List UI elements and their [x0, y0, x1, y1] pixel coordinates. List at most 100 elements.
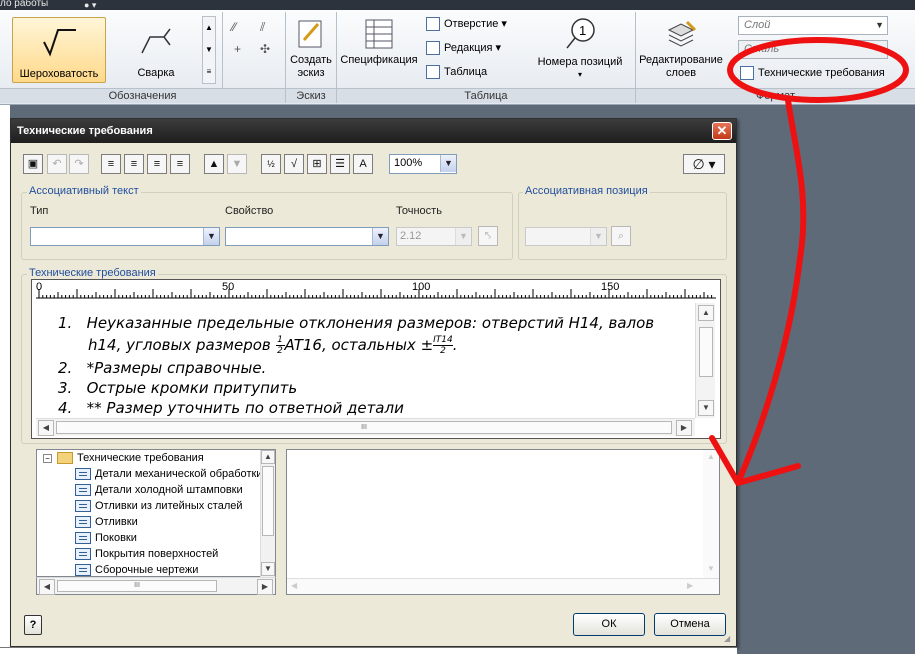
- line-text: Неуказанные предельные отклонения размер…: [86, 314, 655, 332]
- line-number: 4.: [58, 399, 73, 417]
- ruler-mark-0: 0: [36, 281, 43, 293]
- line-number: 3.: [58, 379, 73, 397]
- tree-vscroll[interactable]: ▲ ▼: [260, 450, 275, 577]
- assoc-text-group: [21, 192, 513, 260]
- position-numbers-dropdown-icon: ▾: [577, 70, 582, 79]
- chevron-down-icon: ▼: [440, 155, 456, 172]
- templates-tree[interactable]: − Технические требования Детали механиче…: [36, 449, 276, 577]
- table-button[interactable]: Таблица: [424, 62, 487, 82]
- specification-label: Спецификация: [340, 54, 418, 66]
- chevron-down-icon: ▼: [590, 228, 606, 245]
- insert-field-icon[interactable]: ⊞: [307, 154, 327, 174]
- subscript-icon[interactable]: ▼: [227, 154, 247, 174]
- type-select[interactable]: ▼: [30, 227, 220, 246]
- it-fraction: IT14 2: [433, 335, 453, 356]
- weld-button[interactable]: Сварка: [114, 17, 198, 83]
- red-annotation: [709, 37, 909, 486]
- scroll-right-icon[interactable]: ▶: [687, 581, 693, 590]
- scroll-left-icon[interactable]: ◀: [291, 581, 297, 590]
- line-text: AT16, остальных ±: [284, 336, 434, 354]
- tree-item-label: Детали холодной штамповки: [95, 484, 243, 496]
- weld-icon: [141, 28, 171, 54]
- document-icon: [75, 564, 91, 576]
- align-center-icon[interactable]: ≡: [124, 154, 144, 174]
- collapse-icon[interactable]: −: [43, 454, 52, 463]
- ok-button[interactable]: ОК: [573, 613, 645, 636]
- redo-icon[interactable]: ↷: [69, 154, 89, 174]
- scroll-left-icon[interactable]: ◀: [39, 579, 55, 595]
- annotation-curve: [737, 97, 807, 481]
- property-select[interactable]: ▼: [225, 227, 389, 246]
- cancel-button[interactable]: Отмена: [654, 613, 726, 636]
- create-sketch-label-2: эскиз: [297, 67, 325, 79]
- create-sketch-button[interactable]: Создать эскиз: [288, 14, 334, 84]
- editor-line-2: 2. *Размеры справочные.: [58, 358, 266, 378]
- scroll-left-icon[interactable]: ◀: [38, 420, 54, 436]
- hole-button[interactable]: Отверстие ▾: [424, 14, 507, 34]
- tech-req-title: Технические требования: [27, 267, 158, 279]
- center-mark-icon[interactable]: +: [234, 38, 241, 60]
- zoom-select[interactable]: 100% ▼: [389, 154, 457, 174]
- root-icon[interactable]: √: [284, 154, 304, 174]
- help-button[interactable]: ?: [24, 615, 42, 635]
- tech-requirements-dialog: Технические требования ✕ ▣ ↶ ↷ ≡ ≡ ≡ ≡ ▲…: [10, 118, 737, 647]
- undo-icon[interactable]: ↶: [47, 154, 67, 174]
- chevron-down-icon: ▼: [203, 228, 219, 245]
- center-pattern-icon[interactable]: ✣: [260, 38, 270, 60]
- ruler: 0 50 100 150: [36, 281, 716, 303]
- preview-hscroll[interactable]: ◀ ▶: [287, 578, 719, 594]
- workspace-label[interactable]: ло работы: [0, 0, 48, 9]
- scroll-thumb[interactable]: III: [57, 580, 217, 592]
- user-icon[interactable]: ● ▾: [84, 0, 102, 10]
- gallery-scroll[interactable]: ▲ ▼ ≡: [202, 16, 216, 84]
- list-icon[interactable]: ☰: [330, 154, 350, 174]
- position-select[interactable]: ▼: [525, 227, 607, 246]
- fraction-numerator: 1: [275, 335, 285, 346]
- editor-hscroll[interactable]: ◀ III ▶: [36, 418, 695, 436]
- line-text: .: [452, 336, 458, 354]
- align-left-icon[interactable]: ≡: [101, 154, 121, 174]
- text-style-icon[interactable]: A: [353, 154, 373, 174]
- reset-link-icon[interactable]: ⤣: [478, 226, 498, 246]
- position-numbers-button[interactable]: 1 Номера позиций ▾: [530, 14, 630, 84]
- pick-position-icon[interactable]: ⌕: [611, 226, 631, 246]
- fraction-denominator: 2: [440, 346, 446, 356]
- specification-button[interactable]: Спецификация: [338, 14, 420, 84]
- tech-req-text-editor[interactable]: 1. Неуказанные предельные отклонения раз…: [36, 303, 691, 418]
- template-preview: ▲ ▼ ◀ ▶: [286, 449, 720, 595]
- line-icon[interactable]: ⁄⁄: [232, 16, 236, 38]
- insert-icon[interactable]: ▣: [23, 154, 43, 174]
- folder-icon: [57, 452, 73, 464]
- assoc-text-title: Ассоциативный текст: [27, 185, 141, 197]
- scroll-right-icon[interactable]: ▶: [676, 420, 692, 436]
- precision-value: 2.12: [400, 230, 422, 242]
- precision-select[interactable]: 2.12 ▼: [396, 227, 472, 246]
- scroll-thumb[interactable]: III: [56, 421, 672, 434]
- fraction-icon[interactable]: ½: [261, 154, 281, 174]
- justify-icon[interactable]: ≡: [170, 154, 190, 174]
- line-text: ** Размер уточнить по ответной детали: [86, 399, 404, 417]
- designations-panel-title: Обозначения: [0, 88, 285, 103]
- drawing-sheet-edge: [0, 105, 10, 654]
- revision-button[interactable]: Редакция ▾: [424, 38, 501, 58]
- document-icon: [75, 516, 91, 528]
- sketch-icon: [298, 20, 322, 48]
- fraction-denominator: 2: [277, 346, 283, 356]
- roughness-button[interactable]: Шероховатость: [12, 17, 106, 83]
- scroll-down-icon[interactable]: ▼: [707, 564, 715, 573]
- scroll-up-icon[interactable]: ▲: [261, 450, 275, 464]
- tree-root-label: Технические требования: [77, 452, 204, 464]
- scroll-down-icon[interactable]: ▼: [261, 562, 275, 576]
- document-icon: [75, 468, 91, 480]
- resize-grip-icon[interactable]: ◢: [724, 634, 734, 644]
- dialog-titlebar[interactable]: Технические требования ✕: [11, 119, 736, 143]
- hatch-icon[interactable]: ⫽: [260, 16, 265, 38]
- tree-hscroll[interactable]: ◀ III ▶: [36, 577, 276, 595]
- align-right-icon[interactable]: ≡: [147, 154, 167, 174]
- ruler-mark-50: 50: [222, 281, 235, 293]
- superscript-icon[interactable]: ▲: [204, 154, 224, 174]
- tree-item-label: Отливки: [95, 516, 138, 528]
- scroll-right-icon[interactable]: ▶: [257, 579, 273, 595]
- scroll-thumb[interactable]: [262, 466, 274, 536]
- drawing-title-block: [0, 647, 737, 654]
